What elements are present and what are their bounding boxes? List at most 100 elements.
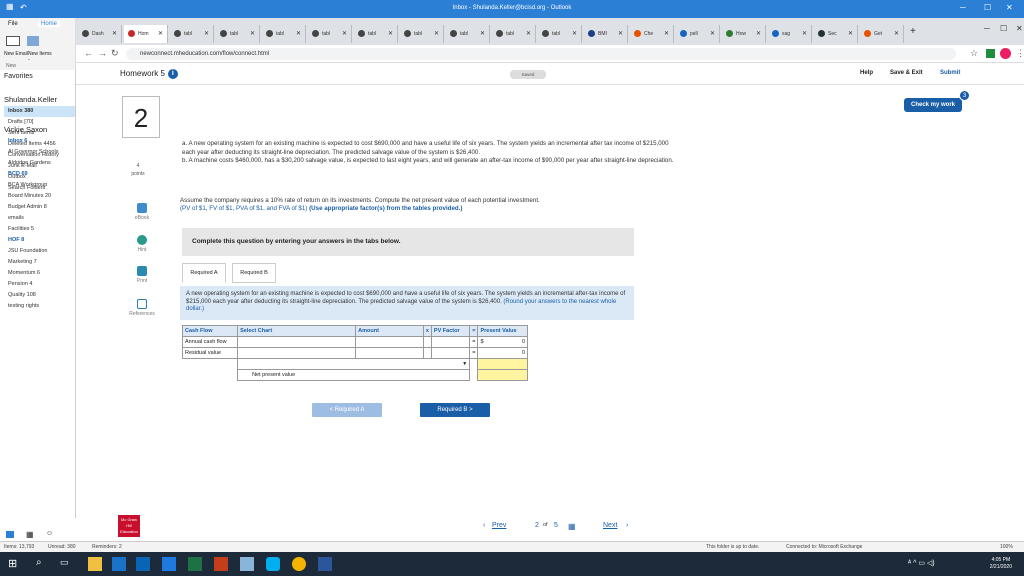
save-icon[interactable]: ▦	[6, 2, 14, 11]
browser-tab[interactable]: tabl ✕	[538, 25, 582, 43]
tab-close-icon[interactable]: ✕	[480, 25, 485, 43]
browser-tab[interactable]: sag ✕	[768, 25, 812, 43]
tables-links[interactable]: (PV of $1, FV of $1, PVA of $1, and FVA …	[180, 205, 307, 212]
folder-0[interactable]: Inbox 380	[4, 106, 75, 117]
tab-required-a[interactable]: Required A	[182, 263, 226, 283]
tab-close-icon[interactable]: ✕	[204, 25, 209, 43]
hint-button[interactable]: Hint	[126, 235, 158, 253]
folder2-9[interactable]: HOF 8	[4, 235, 75, 246]
outlook-icon[interactable]	[136, 557, 150, 571]
tab-close-icon[interactable]: ✕	[250, 25, 255, 43]
menu-kebab-icon[interactable]: ⋮	[1016, 48, 1024, 59]
pv-factor-input[interactable]	[430, 347, 471, 359]
folder2-2[interactable]: Aldridge Gardens	[4, 158, 75, 169]
profile-avatar[interactable]	[1000, 48, 1011, 59]
tab-close-icon[interactable]: ✕	[342, 25, 347, 43]
folder2-11[interactable]: Marketing 7	[4, 257, 75, 268]
bookmark-star-icon[interactable]: ☆	[970, 48, 978, 59]
folder2-8[interactable]: Facilities 5	[4, 224, 75, 235]
ebook-button[interactable]: eBook	[126, 203, 158, 221]
search-icon[interactable]: ⌕	[36, 557, 50, 571]
browser-tab[interactable]: pell ✕	[676, 25, 720, 43]
tab-close-icon[interactable]: ✕	[894, 25, 899, 43]
minimize-browser-icon[interactable]: ─	[984, 24, 990, 33]
browser-tab[interactable]: Sec ✕	[814, 25, 858, 43]
account-header[interactable]: Shulanda.Keller	[0, 93, 75, 106]
amount-input[interactable]	[355, 336, 424, 348]
browser-tab[interactable]: Che ✕	[630, 25, 674, 43]
browser-tab[interactable]: tabl ✕	[492, 25, 536, 43]
select-chart-dropdown[interactable]	[237, 347, 357, 359]
next-question-icon[interactable]: ›	[626, 522, 628, 529]
browser-tab[interactable]: tabl ✕	[308, 25, 352, 43]
new-tab-icon[interactable]: +	[910, 26, 916, 37]
close-browser-icon[interactable]: ✕	[1016, 24, 1023, 33]
favorites-header[interactable]: Favorites	[0, 70, 75, 83]
new-items-icon[interactable]	[27, 36, 39, 46]
file-icon[interactable]	[240, 557, 254, 571]
new-email-icon[interactable]	[6, 36, 20, 46]
undo-icon[interactable]: ↶	[20, 3, 27, 12]
pv-factor-input[interactable]	[430, 336, 471, 348]
prev-question-icon[interactable]: ‹	[483, 522, 485, 529]
browser-tab[interactable]: tabl ✕	[400, 25, 444, 43]
ribbon-tab-file[interactable]: File	[8, 21, 18, 27]
browser-tab[interactable]: tabl ✕	[262, 25, 306, 43]
forward-icon[interactable]: →	[98, 48, 107, 58]
url-field[interactable]: newconnect.mheducation.com/flow/connect.…	[126, 48, 956, 60]
tab-close-icon[interactable]: ✕	[572, 25, 577, 43]
submit-button[interactable]: Submit	[940, 70, 960, 76]
folder2-6[interactable]: Budget Admin 8	[4, 202, 75, 213]
tab-close-icon[interactable]: ✕	[664, 25, 669, 43]
tab-close-icon[interactable]: ✕	[296, 25, 301, 43]
close-icon[interactable]: ✕	[1006, 3, 1013, 12]
references-button[interactable]: References	[126, 299, 158, 317]
ribbon-tab-home[interactable]: Home	[38, 21, 61, 27]
browser-tab[interactable]: Dash ✕	[78, 25, 122, 43]
browser-tab[interactable]: Get ✕	[860, 25, 904, 43]
tab-close-icon[interactable]: ✕	[618, 25, 623, 43]
excel-icon[interactable]	[188, 557, 202, 571]
edge-icon[interactable]	[112, 557, 126, 571]
folder2-13[interactable]: Pension 4	[4, 279, 75, 290]
folder2-12[interactable]: Momentum 6	[4, 268, 75, 279]
print-button[interactable]: Print	[126, 266, 158, 284]
tab-required-b[interactable]: Required B	[232, 263, 276, 283]
tab-close-icon[interactable]: ✕	[848, 25, 853, 43]
folder2-5[interactable]: Board Minutes 20	[4, 191, 75, 202]
next-question-link[interactable]: Next	[603, 522, 617, 529]
account-header-2[interactable]: Vickie Saxon	[0, 123, 75, 136]
people-icon[interactable]: ☺	[46, 530, 53, 537]
extension-icon[interactable]	[986, 49, 995, 58]
folder2-15[interactable]: testing rights	[4, 301, 75, 312]
folder2-7[interactable]: emails	[4, 213, 75, 224]
folder2-1[interactable]: Al Governor Schools	[4, 147, 75, 158]
tab-close-icon[interactable]: ✕	[158, 25, 163, 43]
back-icon[interactable]: ←	[84, 48, 93, 58]
taskbar-clock[interactable]: 4:05 PM 2/21/2020	[990, 557, 1012, 571]
maximize-icon[interactable]: ☐	[984, 3, 991, 12]
browser-tab[interactable]: tabl ✕	[216, 25, 260, 43]
browser-tab[interactable]: How ✕	[722, 25, 766, 43]
tab-close-icon[interactable]: ✕	[526, 25, 531, 43]
browser-tab[interactable]: Hom ✕	[124, 25, 168, 43]
save-exit-button[interactable]: Save & Exit	[890, 70, 923, 76]
tab-close-icon[interactable]: ✕	[710, 25, 715, 43]
chrome-icon[interactable]	[292, 557, 306, 571]
reload-icon[interactable]: ↻	[111, 48, 119, 59]
windows-start-icon[interactable]: ⊞	[8, 557, 22, 571]
browser-tab[interactable]: tabl ✕	[170, 25, 214, 43]
folder2-10[interactable]: JSU Foundation	[4, 246, 75, 257]
tab-close-icon[interactable]: ✕	[388, 25, 393, 43]
prev-question-link[interactable]: Prev	[492, 522, 506, 529]
folder2-4[interactable]: BCA Workgroup	[4, 180, 75, 191]
browser-tab[interactable]: tabl ✕	[446, 25, 490, 43]
powerpoint-icon[interactable]	[214, 557, 228, 571]
minimize-icon[interactable]: ─	[960, 3, 966, 12]
folder2-14[interactable]: Quality 108	[4, 290, 75, 301]
info-icon[interactable]: i	[167, 69, 178, 79]
grid-icon[interactable]: ▦	[568, 522, 576, 531]
word-icon[interactable]	[318, 557, 332, 571]
amount-input[interactable]	[355, 347, 424, 359]
folder2-3[interactable]: BCD 69	[4, 169, 75, 180]
